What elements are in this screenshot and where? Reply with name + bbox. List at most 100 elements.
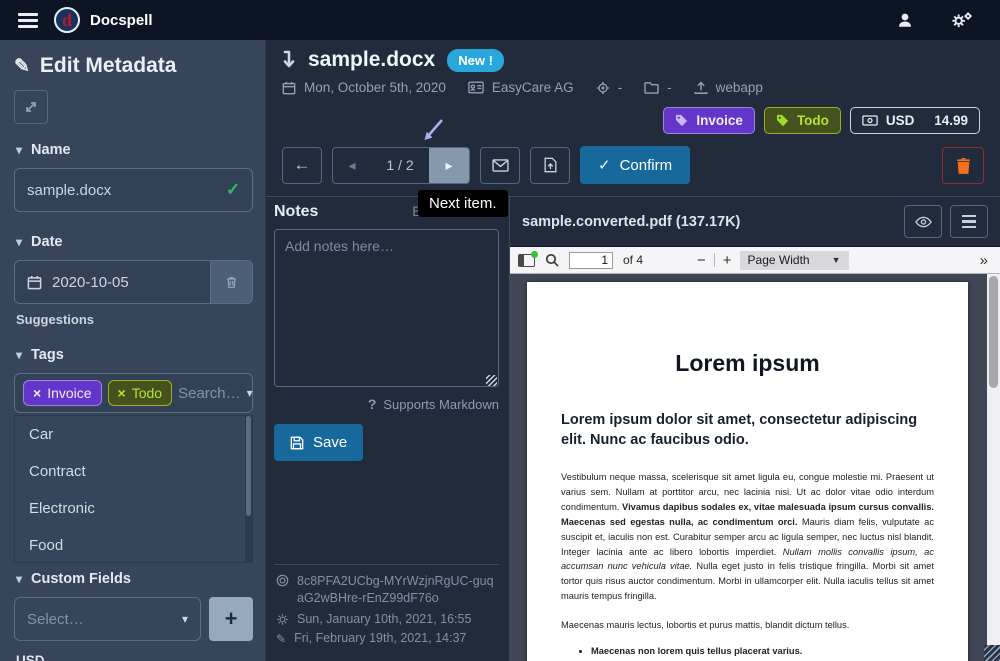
pdf-toolbar: of 4 − + Page Width ▼ »	[510, 247, 1000, 274]
tag-icon	[675, 114, 688, 127]
attachment-menu-button[interactable]	[950, 205, 988, 238]
tag-option[interactable]: Food	[15, 527, 252, 563]
item-pagination: ◂ 1 / 2 ▸	[332, 147, 470, 184]
calendar-icon	[282, 81, 296, 95]
calendar-icon	[27, 275, 42, 290]
zoom-out-button[interactable]: −	[697, 252, 706, 269]
updated-date: Fri, February 19th, 2021, 14:37	[294, 631, 466, 645]
help-question-icon: ?	[368, 396, 377, 412]
section-header-name[interactable]: ▾ Name	[16, 142, 251, 158]
custom-field-usd-label: USD	[16, 653, 251, 661]
tags-dropdown: Car Contract Electronic Food Important	[14, 415, 253, 563]
arrow-down-icon[interactable]	[282, 50, 296, 70]
document-bullet-list: Maecenas non lorem quis tellus placerat …	[591, 645, 934, 661]
tags-multiselect[interactable]: × Invoice × Todo Search… ▾	[14, 373, 253, 413]
app-title: Docspell	[90, 12, 153, 29]
pdf-tools-toggle[interactable]: »	[980, 252, 992, 269]
amount-badge[interactable]: USD 14.99	[850, 107, 980, 134]
item-header: sample.docx New ! Mon, October 5th, 2020…	[266, 40, 1000, 134]
attach-file-button[interactable]	[530, 147, 570, 184]
section-header-tags[interactable]: ▾ Tags	[16, 347, 251, 363]
name-field[interactable]: ✓	[14, 168, 253, 212]
pencil-icon: ✎	[14, 55, 30, 78]
section-header-custom-fields[interactable]: ▾ Custom Fields	[16, 571, 251, 587]
chevron-down-icon: ▾	[182, 612, 188, 626]
scrollbar-thumb[interactable]	[989, 276, 998, 388]
bullet-item: Maecenas non lorem quis tellus placerat …	[591, 645, 934, 659]
pdf-scrollbar[interactable]	[987, 274, 1000, 661]
date-field[interactable]: 2020-10-05	[14, 260, 253, 304]
expand-sidebar-button[interactable]	[14, 90, 48, 124]
confirm-button[interactable]: ✓ Confirm	[580, 146, 690, 184]
back-button[interactable]: ←	[282, 147, 322, 184]
prev-item-button[interactable]: ◂	[333, 148, 371, 183]
name-input[interactable]	[27, 182, 226, 199]
document-heading: Lorem ipsum dolor sit amet, consectetur …	[561, 411, 934, 450]
tag-icon	[776, 114, 789, 127]
document-paragraph: Vestibulum neque massa, scelerisque sit …	[561, 470, 934, 604]
folder-icon	[644, 81, 659, 94]
tag-badge-todo[interactable]: Todo	[764, 107, 841, 134]
search-icon[interactable]	[545, 253, 559, 267]
tag-option[interactable]: Electronic	[15, 490, 252, 527]
mail-button[interactable]	[480, 147, 520, 184]
user-icon[interactable]	[886, 7, 924, 33]
pdf-page-input[interactable]	[569, 252, 613, 269]
resize-handle[interactable]	[984, 645, 1000, 661]
floppy-icon	[290, 436, 304, 450]
preview-eye-button[interactable]	[904, 205, 942, 238]
pdf-page-count: of 4	[623, 253, 643, 267]
pdf-sidebar-toggle-icon[interactable]	[518, 254, 535, 267]
item-correspondent: EasyCare AG	[492, 80, 574, 95]
upload-icon	[694, 81, 708, 95]
item-toolbar: ← ◂ 1 / 2 ▸ ✓ Confirm	[266, 134, 1000, 196]
tag-option[interactable]: Contract	[15, 453, 252, 490]
notes-title: Notes	[274, 203, 318, 221]
custom-field-select[interactable]: Select… ▾	[14, 597, 201, 641]
edit-metadata-sidebar: ✎ Edit Metadata ▾ Name ✓ ▾ Date 2020-1	[0, 40, 266, 661]
tag-chip-invoice[interactable]: × Invoice	[23, 380, 102, 406]
gear-icon	[276, 613, 289, 626]
attachment-title: sample.converted.pdf (137.17K)	[522, 214, 896, 230]
pdf-panel: sample.converted.pdf (137.17K)	[510, 197, 1000, 661]
chevron-down-icon: ▾	[16, 143, 22, 157]
document-paragraph: Maecenas mauris lectus, lobortis et puru…	[561, 618, 934, 633]
tag-chip-todo[interactable]: × Todo	[108, 380, 173, 406]
markdown-hint: Supports Markdown	[383, 397, 499, 412]
top-navbar: d Docspell	[0, 0, 1000, 40]
pdf-scroll-area[interactable]: Lorem ipsum Lorem ipsum dolor sit amet, …	[510, 274, 1000, 661]
document-title: Lorem ipsum	[561, 350, 934, 377]
bars-icon	[962, 215, 976, 229]
chevron-down-icon: ▾	[16, 572, 22, 586]
pdf-viewer: of 4 − + Page Width ▼ »	[510, 246, 1000, 661]
clear-date-button[interactable]	[210, 261, 252, 303]
remove-tag-icon[interactable]: ×	[33, 385, 41, 401]
menu-icon[interactable]	[18, 13, 38, 28]
check-icon: ✓	[226, 180, 240, 200]
next-item-button[interactable]: ▸	[429, 148, 469, 183]
docspell-logo-icon: d	[54, 7, 80, 33]
section-header-date[interactable]: ▾ Date	[16, 234, 251, 250]
chevron-down-icon[interactable]: ▾	[247, 386, 253, 400]
remove-tag-icon[interactable]: ×	[118, 385, 126, 401]
dropdown-scrollbar[interactable]	[245, 416, 252, 562]
check-icon: ✓	[598, 156, 611, 174]
delete-item-button[interactable]	[942, 147, 984, 184]
pdf-zoom-select[interactable]: Page Width ▼	[740, 251, 849, 270]
save-notes-button[interactable]: Save	[274, 424, 363, 461]
zoom-in-button[interactable]: +	[723, 252, 732, 269]
new-badge[interactable]: New !	[447, 49, 504, 72]
tag-badge-invoice[interactable]: Invoice	[663, 107, 755, 134]
created-date: Sun, January 10th, 2021, 16:55	[297, 612, 471, 626]
pdf-page: Lorem ipsum Lorem ipsum dolor sit amet, …	[527, 282, 968, 661]
tag-search-placeholder[interactable]: Search…	[178, 385, 241, 402]
target-id-icon	[276, 574, 289, 587]
settings-gears-icon[interactable]	[940, 7, 982, 33]
textarea-resize-handle[interactable]	[486, 375, 497, 386]
item-title: sample.docx	[308, 48, 435, 72]
tag-option[interactable]: Car	[15, 416, 252, 453]
add-custom-field-button[interactable]: +	[209, 597, 253, 641]
item-position-indicator: 1 / 2	[371, 148, 429, 183]
notes-textarea[interactable]	[274, 229, 499, 387]
app-brand[interactable]: d Docspell	[54, 7, 153, 33]
